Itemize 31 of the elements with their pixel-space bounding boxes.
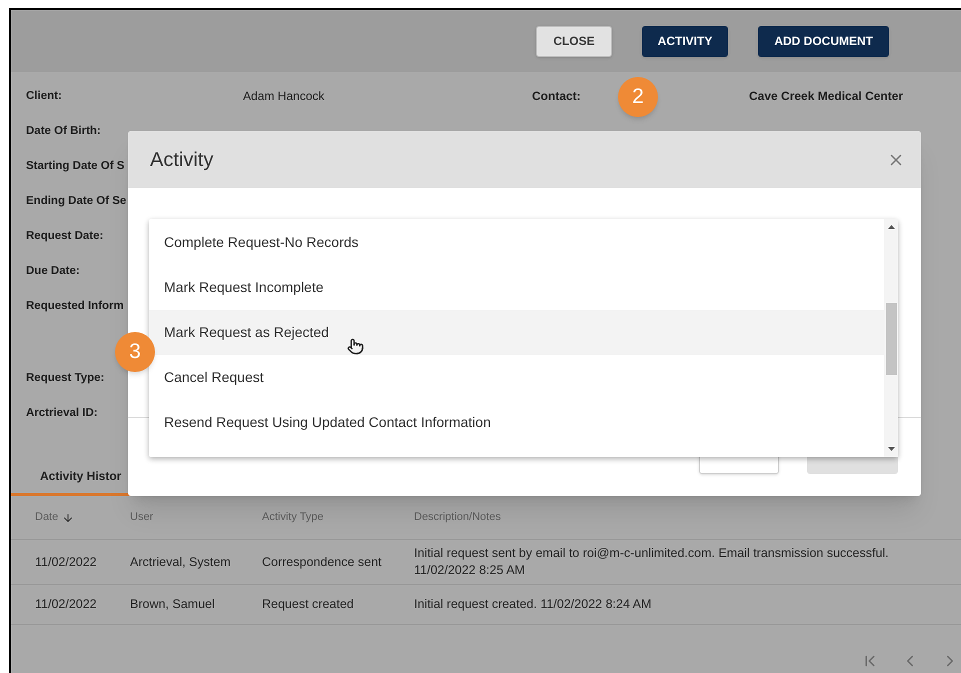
table-cell: Brown, Samuel [130, 597, 215, 612]
table-cell: Request created [262, 597, 354, 612]
field-label: Client: [26, 90, 62, 102]
header-button[interactable]: CLOSE [536, 26, 612, 56]
hand-cursor-icon [347, 338, 364, 355]
table-cell: 11/02/2022 [35, 554, 97, 569]
table-cell: 11/02/2022 [35, 597, 97, 612]
table-cell: Correspondence sent [262, 554, 382, 569]
sort-arrow-icon[interactable] [62, 512, 74, 524]
header-button[interactable]: ADD DOCUMENT [758, 26, 889, 56]
field-label: Requested Inform [26, 300, 124, 312]
table-cell-text: Initial request sent by email to roi@m-c-unlimited.com. Email transmission successful. 11/02/2022 8:25 AM [414, 545, 890, 579]
dropdown-option[interactable]: Mark Request as Rejected [149, 310, 884, 355]
field-value: Adam Hancock [243, 88, 324, 102]
field-label: Due Date: [26, 264, 80, 277]
dialog-title: Activity [150, 148, 214, 172]
table-cell: Arctrieval, System [130, 554, 231, 569]
header-button[interactable]: ACTIVITY [642, 26, 728, 56]
field-label: Starting Date Of S [26, 160, 124, 172]
table-cell-text: Initial request created. 11/02/2022 8:24 AM [414, 596, 652, 613]
scroll-up-icon[interactable] [888, 225, 894, 229]
field-label: Request Date: [26, 230, 104, 242]
field-label: Date Of Birth: [26, 124, 101, 137]
field-label: Contact: [532, 88, 581, 102]
scrollbar[interactable] [884, 219, 898, 457]
field-value: Cave Creek Medical Center [749, 88, 904, 102]
field-label: Arctrieval ID: [26, 406, 98, 419]
field-label: Ending Date Of Se [26, 194, 126, 207]
field-label: Request Type: [26, 372, 104, 384]
scrollbar-thumb[interactable] [886, 303, 896, 375]
scroll-down-icon[interactable] [888, 447, 894, 451]
